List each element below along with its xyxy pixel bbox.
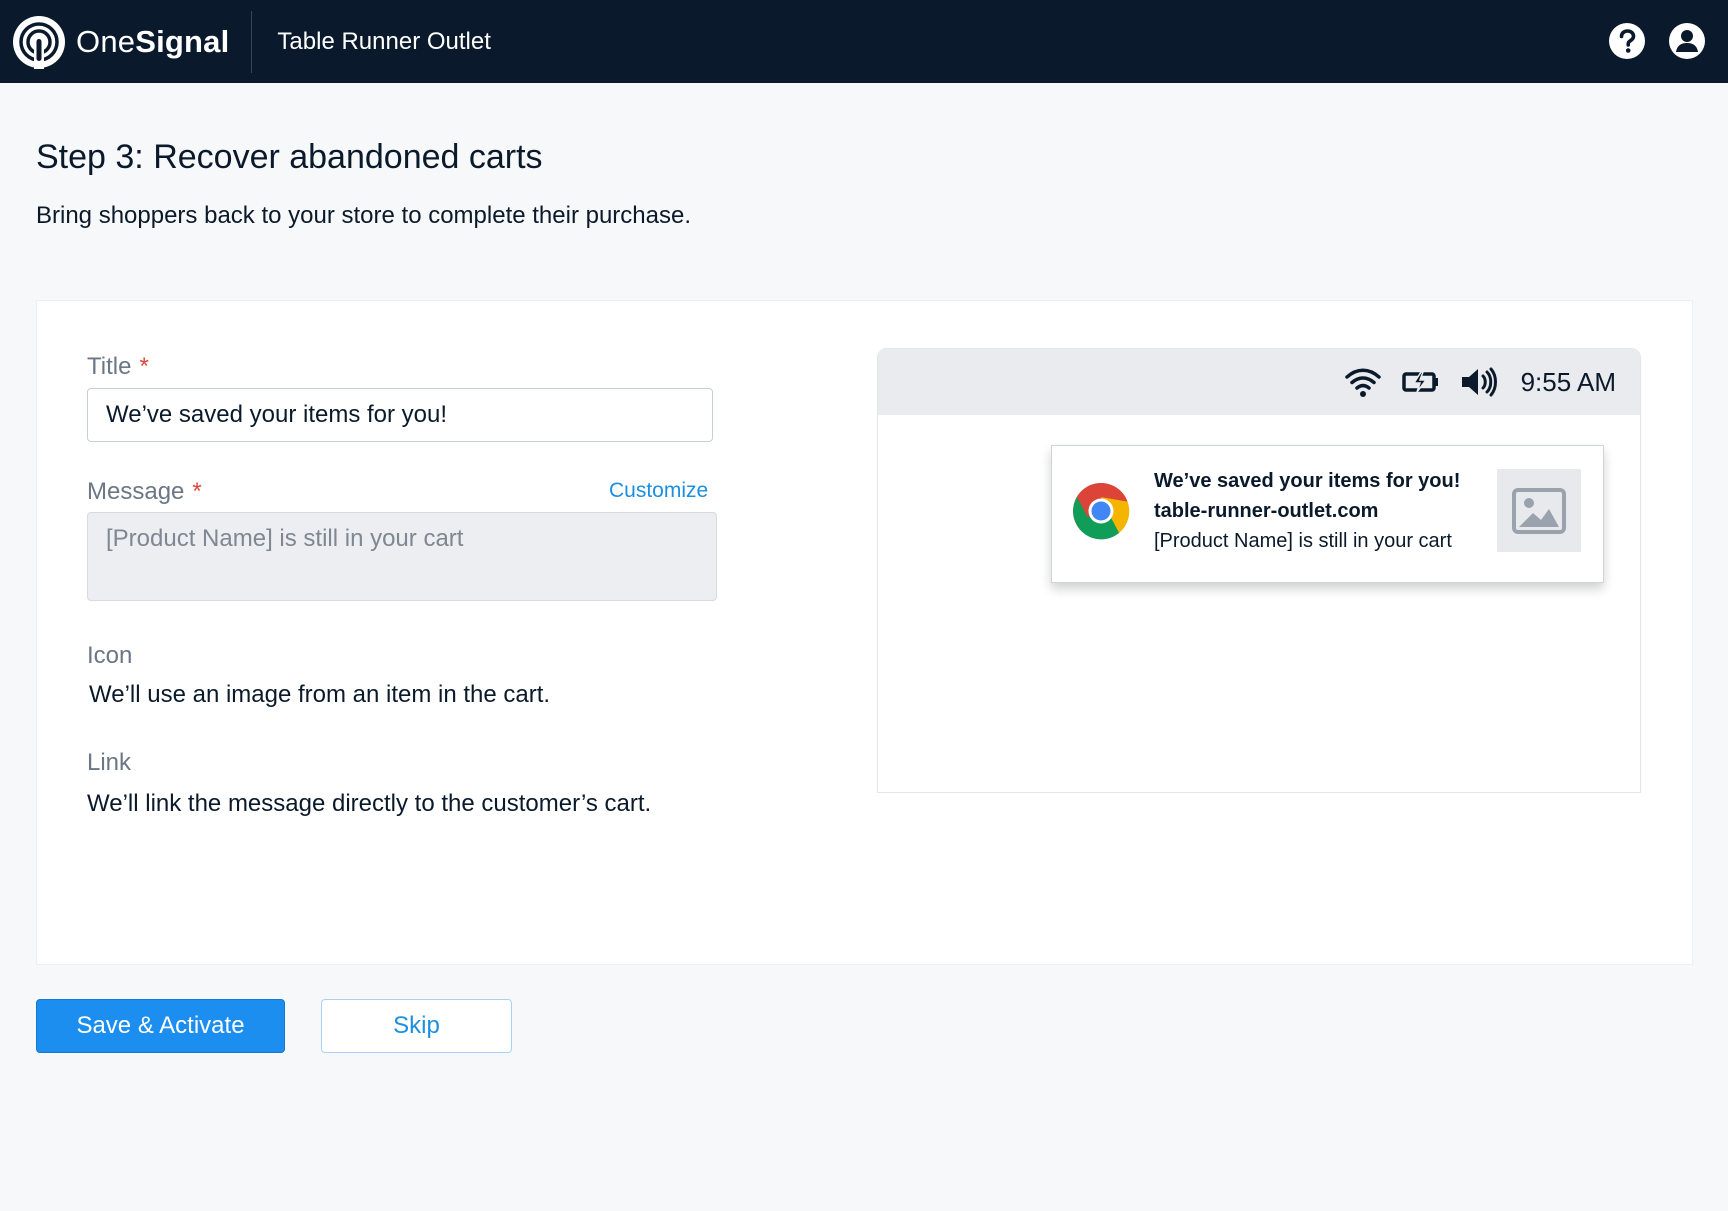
notification-image: [1497, 469, 1581, 552]
notification-preview: 9:55 AM We’ve saved your items for you! …: [877, 348, 1641, 793]
page-subtitle: Bring shoppers back to your store to com…: [36, 202, 692, 229]
wifi-icon: [1344, 368, 1381, 397]
notification-setup-card: Title * We’ve saved your items for you! M…: [36, 300, 1693, 965]
volume-icon: [1461, 367, 1497, 397]
chrome-icon: [1073, 483, 1130, 540]
image-placeholder-icon: [1512, 487, 1566, 534]
icon-label: Icon: [87, 642, 133, 669]
help-circle-icon[interactable]: [1608, 22, 1646, 60]
app-name[interactable]: Table Runner Outlet: [277, 28, 490, 56]
message-label-text: Message: [87, 478, 185, 505]
topbar-divider: [251, 10, 253, 73]
topbar-actions: [1608, 22, 1706, 60]
skip-button[interactable]: Skip: [321, 999, 512, 1053]
logo-wordmark: OneSignal: [76, 24, 229, 60]
page-title: Step 3: Recover abandoned carts: [36, 138, 543, 176]
required-asterisk: *: [192, 478, 202, 505]
notification-title: We’ve saved your items for you!: [1154, 470, 1461, 492]
onesignal-logo[interactable]: OneSignal: [0, 0, 229, 83]
notification-site: table-runner-outlet.com: [1154, 500, 1379, 522]
message-textarea[interactable]: [Product Name] is still in your cart: [87, 512, 717, 601]
message-label: Message *: [87, 478, 202, 506]
link-label: Link: [87, 749, 132, 776]
required-asterisk: *: [139, 353, 149, 380]
title-input[interactable]: We’ve saved your items for you!: [87, 388, 713, 442]
icon-description: We’ll use an image from an item in the c…: [89, 681, 551, 708]
link-description: We’ll link the message directly to the c…: [87, 790, 652, 817]
save-activate-button[interactable]: Save & Activate: [36, 999, 285, 1053]
logo-word-signal: Signal: [135, 23, 230, 59]
battery-charging-icon: [1401, 371, 1438, 393]
preview-status-bar: 9:55 AM: [878, 349, 1640, 415]
onesignal-logo-icon: [13, 15, 65, 69]
top-navigation-bar: OneSignal Table Runner Outlet: [0, 0, 1728, 83]
status-time: 9:55 AM: [1520, 366, 1616, 397]
customize-link[interactable]: Customize: [609, 479, 708, 503]
title-label: Title *: [87, 353, 149, 381]
user-circle-icon[interactable]: [1668, 22, 1706, 60]
push-notification-preview: We’ve saved your items for you! table-ru…: [1051, 445, 1604, 583]
notification-body: [Product Name] is still in your cart: [1154, 530, 1452, 552]
logo-word-one: One: [76, 23, 136, 59]
title-label-text: Title: [87, 353, 132, 380]
